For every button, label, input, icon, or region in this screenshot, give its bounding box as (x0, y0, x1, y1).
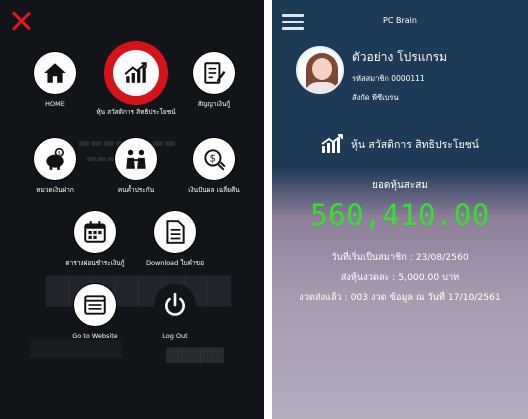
menu-item-dividend[interactable]: $ เงินปันผล เฉลี่ยคืน (170, 138, 258, 195)
installments-paid: งวดส่งแล้ว : 003 งวด ข้อมูล ณ วันที่ 17/… (299, 292, 501, 303)
app-title: PC Brain (383, 16, 417, 25)
guarantor-icon (115, 138, 157, 180)
menu-item-label: หุ้น สวัสดิการ สิทธิประโยชน์ (96, 108, 176, 116)
chart-up-icon (113, 50, 159, 96)
menu-item-label: Log Out (162, 332, 188, 340)
menu-item-label: เงินปันผล เฉลี่ยคืน (188, 186, 240, 194)
menu-item-loan-contract[interactable]: สัญญาเงินกู้ (170, 52, 258, 109)
piggy-bank-icon: $ (34, 138, 76, 180)
menu-item-label: Download ใบคำขอ (145, 259, 205, 267)
screenshot-pair: ▬▬▬▬▬▬▬▬ ▬▬▬▬▬▬ ▇▇▇▇▇▇▇▇ ▇▇▇▇▇ HOME (0, 0, 528, 419)
menu-item-logout[interactable]: Log Out (131, 284, 219, 341)
contract-icon (193, 52, 235, 94)
monthly-share: ส่งหุ้นงวดละ : 5,000.00 บาท (340, 272, 460, 283)
menu-item-label: HOME (45, 100, 65, 108)
close-icon[interactable] (10, 10, 32, 32)
menu-item-label: คนค้ำประกัน (117, 186, 155, 194)
menu-overlay: ▬▬▬▬▬▬▬▬ ▬▬▬▬▬▬ ▇▇▇▇▇▇▇▇ ▇▇▇▇▇ HOME (0, 0, 264, 419)
shares-dashboard: PC Brain ตัวอย่าง โปรแกรม รหัสสมาชิก 000… (272, 0, 528, 419)
menu-item-label: หมวดเงินฝาก (36, 186, 74, 194)
background-blur-block (30, 340, 122, 358)
member-since: วันที่เริ่มเป็นสมาชิก : 23/08/2560 (331, 252, 469, 263)
avatar (296, 46, 344, 94)
svg-text:$: $ (210, 154, 216, 165)
menu-item-label: Go to Website (72, 332, 118, 340)
calendar-icon (74, 211, 116, 253)
menu-item-guarantor[interactable]: คนค้ำประกัน (92, 138, 180, 195)
dividend-icon: $ (193, 138, 235, 180)
member-id: รหัสสมาชิก 0000111 (352, 74, 425, 83)
home-icon (34, 52, 76, 94)
member-unit: สังกัด พีซีเบรน (352, 93, 399, 102)
menu-item-label: ตารางผ่อนชำระเงินกู้ (65, 259, 125, 267)
menu-item-deposit[interactable]: $ หมวดเงินฝาก (11, 138, 99, 195)
active-ring (104, 41, 168, 105)
background-blur-text: ▇▇▇▇▇ (166, 345, 224, 363)
menu-item-home[interactable]: HOME (11, 52, 99, 109)
menu-item-loan-schedule[interactable]: ตารางผ่อนชำระเงินกู้ (51, 211, 139, 268)
power-icon (154, 284, 196, 326)
section-title-label: หุ้น สวัสดิการ สิทธิประโยชน์ (351, 138, 479, 151)
svg-text:$: $ (57, 151, 60, 157)
menu-item-website[interactable]: Go to Website (51, 284, 139, 341)
total-shares-value: 560,410.00 (310, 198, 490, 232)
menu-item-download-form[interactable]: Download ใบคำขอ (131, 211, 219, 268)
member-name: ตัวอย่าง โปรแกรม (352, 50, 448, 64)
menu-item-label: สัญญาเงินกู้ (197, 100, 231, 108)
chart-up-icon (321, 134, 343, 153)
total-shares-label: ยอดหุ้นสะสม (372, 180, 428, 191)
section-title: หุ้น สวัสดิการ สิทธิประโยชน์ (272, 134, 528, 154)
document-icon (154, 211, 196, 253)
website-icon (74, 284, 116, 326)
menu-item-shares-welfare[interactable]: หุ้น สวัสดิการ สิทธิประโยชน์ (92, 41, 180, 117)
